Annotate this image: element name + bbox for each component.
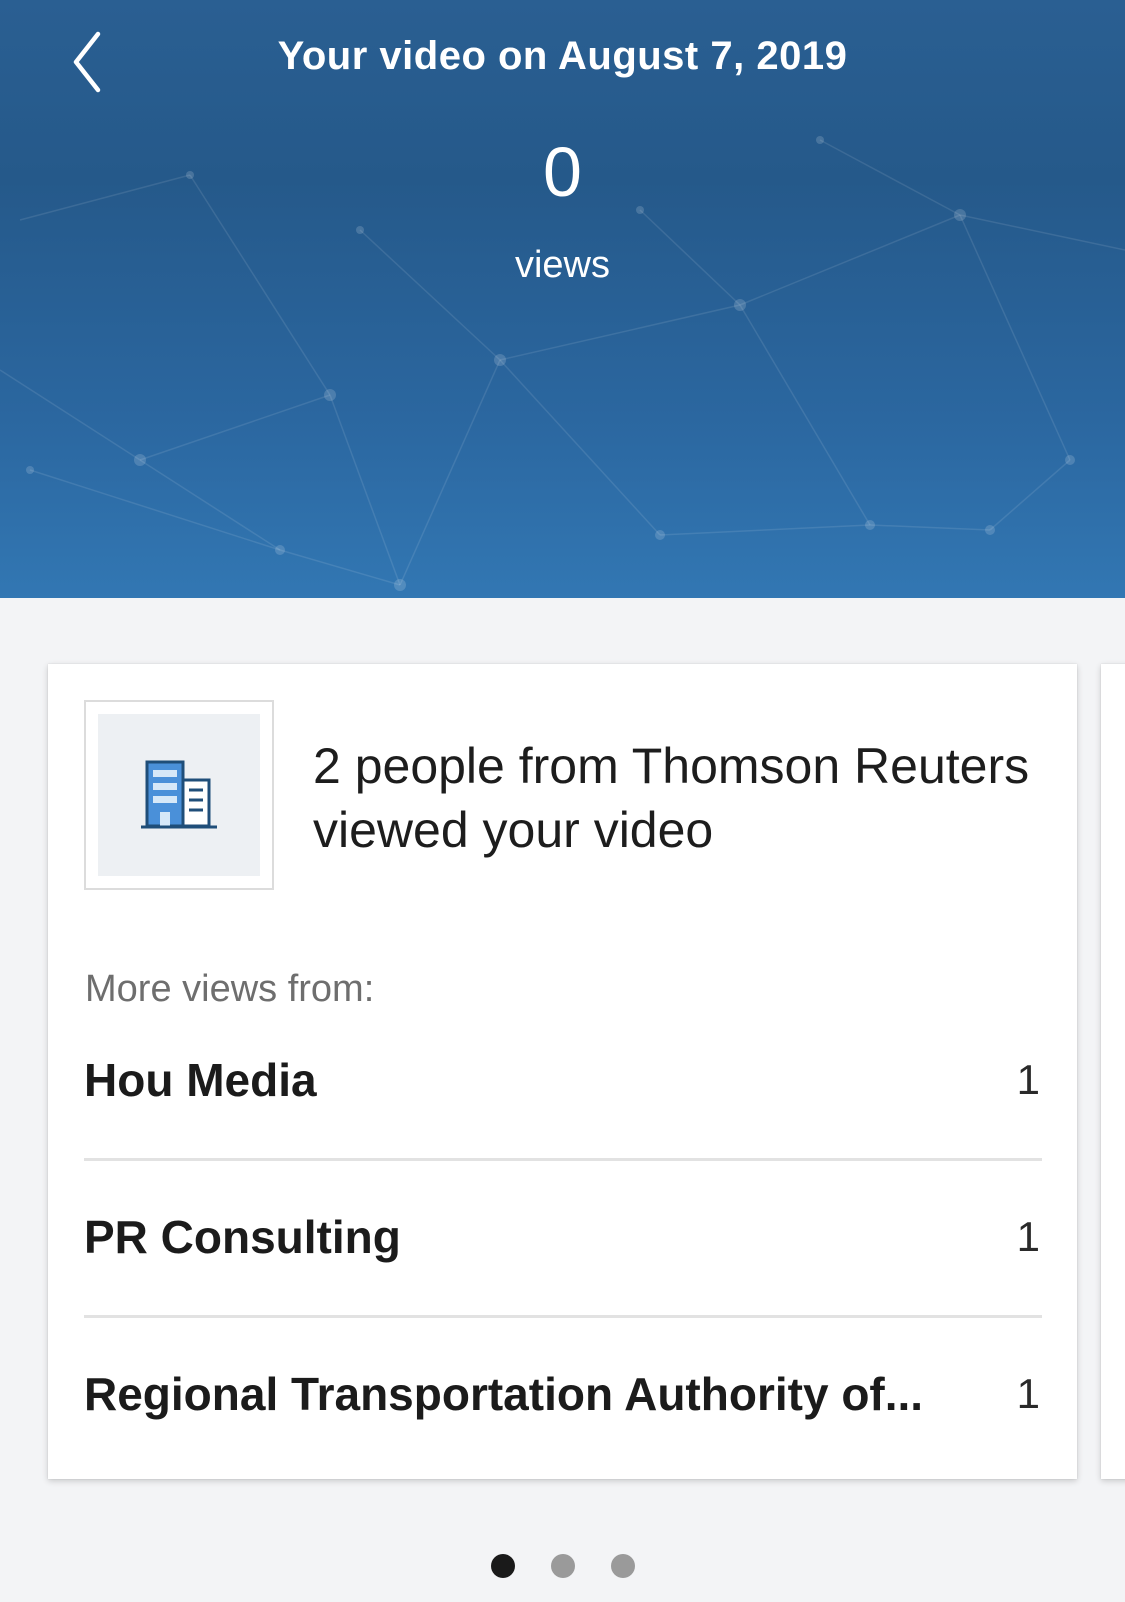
pagination-dots: [0, 1554, 1125, 1578]
company-row-pr-consulting[interactable]: PR Consulting 1: [84, 1159, 1042, 1315]
company-name: PR Consulting: [84, 1211, 401, 1263]
next-card-peek[interactable]: [1101, 664, 1125, 1479]
views-label: views: [514, 244, 611, 286]
page-dot-2[interactable]: [550, 1554, 575, 1578]
page-dot-1[interactable]: [490, 1554, 515, 1578]
network-background: [0, 136, 1125, 591]
company-views-card[interactable]: 2 people from Thomson Reuters viewed you…: [48, 664, 1077, 1479]
company-name: Regional Transportation Authority of...: [84, 1368, 924, 1420]
company-row-hou-media[interactable]: Hou Media 1: [84, 1002, 1042, 1158]
company-views-headline: 2 people from Thomson Reuters viewed you…: [313, 738, 1030, 858]
company-view-count: 1: [1016, 1370, 1040, 1417]
company-logo: [84, 700, 274, 890]
page-title: Your video on August 7, 2019: [277, 34, 848, 78]
company-logo-placeholder: [98, 714, 260, 876]
company-view-count: 1: [1016, 1213, 1040, 1260]
page-dot-3[interactable]: [610, 1554, 635, 1578]
building-icon: [141, 760, 217, 829]
company-name: Hou Media: [84, 1054, 317, 1106]
header: Your video on August 7, 2019 0 views: [0, 0, 1125, 598]
company-row-regional-transportation[interactable]: Regional Transportation Authority of... …: [84, 1316, 1042, 1472]
views-count: 0: [543, 133, 582, 211]
company-view-count: 1: [1016, 1056, 1040, 1103]
